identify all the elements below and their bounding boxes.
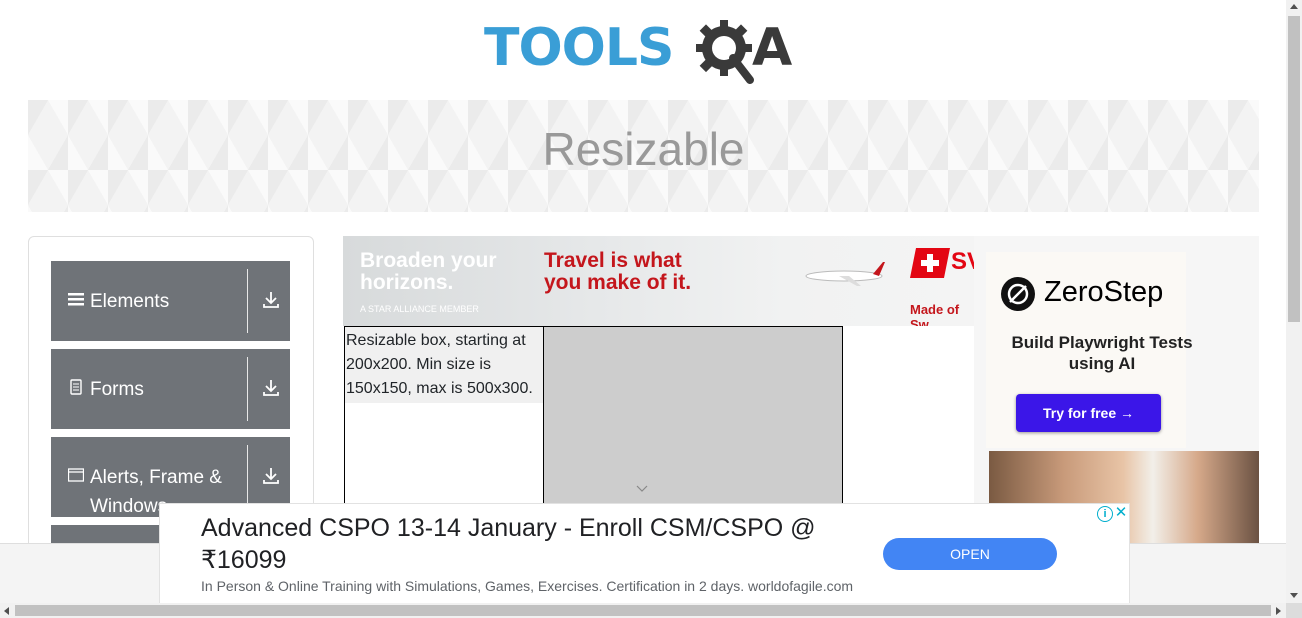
scrollbar-corner: [1286, 603, 1302, 618]
ad-headline: Broaden your horizons.: [360, 250, 497, 294]
resize-handle-icon[interactable]: [636, 485, 648, 493]
swiss-flag-icon: [910, 248, 950, 278]
vertical-scrollbar[interactable]: [1286, 0, 1302, 603]
open-button[interactable]: OPEN: [883, 538, 1057, 570]
divider: [247, 445, 248, 509]
sidebar-group-label: Elements: [90, 291, 170, 312]
ad-brand-fragment: SV: [951, 248, 974, 275]
sidebar-group-forms[interactable]: Forms: [51, 349, 290, 429]
ad-slogan-line2: you make of it.: [544, 271, 692, 294]
window-icon: [67, 467, 85, 483]
travel-ad[interactable]: Broaden your horizons. A STAR ALLIANCE M…: [343, 236, 974, 326]
airplane-icon: [805, 262, 885, 286]
scroll-left-icon[interactable]: [4, 607, 9, 615]
scroll-up-icon[interactable]: [1290, 4, 1298, 9]
logo-text-a: A: [752, 18, 793, 78]
ad-headline-line1: Broaden your: [360, 249, 497, 272]
resizable-box[interactable]: [543, 326, 843, 528]
scroll-right-icon[interactable]: [1276, 607, 1281, 615]
page-banner: Resizable: [28, 100, 1259, 212]
logo-text-tools: TOOLS: [484, 18, 674, 78]
ad-slogan: Travel is what you make of it.: [544, 250, 691, 294]
gear-magnifier-icon: [696, 20, 754, 84]
zerostep-brand: ZeroStep: [1044, 276, 1164, 308]
download-icon[interactable]: [263, 379, 279, 397]
document-icon: [68, 379, 84, 395]
vertical-scroll-thumb[interactable]: [1288, 16, 1300, 322]
ad-made-of-text: Made of Sw: [910, 302, 960, 326]
sidebar-group-label: Forms: [90, 379, 144, 400]
download-icon[interactable]: [263, 467, 279, 485]
ad-headline-line2: horizons.: [360, 271, 454, 294]
zerostep-logo-icon: [1001, 277, 1035, 311]
star-alliance-text: A STAR ALLIANCE MEMBER: [360, 304, 479, 314]
resizable-box-restricted[interactable]: Resizable box, starting at 200x200. Min …: [344, 326, 544, 528]
divider: [247, 357, 248, 421]
try-for-free-button[interactable]: Try for free →: [1016, 394, 1161, 432]
sidebar-group-elements[interactable]: Elements: [51, 261, 290, 341]
ad-close-icon[interactable]: ✕: [1114, 505, 1128, 521]
bottom-ad[interactable]: Advanced CSPO 13-14 January - Enroll CSM…: [159, 503, 1130, 604]
ad-info-icon[interactable]: i: [1097, 506, 1113, 522]
scroll-down-icon[interactable]: [1290, 593, 1298, 598]
ad-slogan-line1: Travel is what: [544, 249, 682, 272]
divider: [247, 269, 248, 333]
horizontal-scrollbar[interactable]: [0, 603, 1286, 618]
hamburger-icon: [68, 291, 84, 307]
zerostep-tagline: Build Playwright Tests using AI: [1011, 333, 1193, 373]
bottom-ad-title[interactable]: Advanced CSPO 13-14 January - Enroll CSM…: [201, 512, 851, 576]
toolsqa-logo[interactable]: TOOLS A: [484, 16, 808, 92]
page-title: Resizable: [542, 123, 745, 175]
bottom-ad-description: In Person & Online Training with Simulat…: [201, 578, 854, 594]
download-icon[interactable]: [263, 291, 279, 309]
zerostep-ad[interactable]: ZeroStep Build Playwright Tests using AI…: [974, 236, 1259, 546]
resizable-box-text: Resizable box, starting at 200x200. Min …: [345, 327, 543, 403]
horizontal-scroll-thumb[interactable]: [15, 605, 1271, 616]
